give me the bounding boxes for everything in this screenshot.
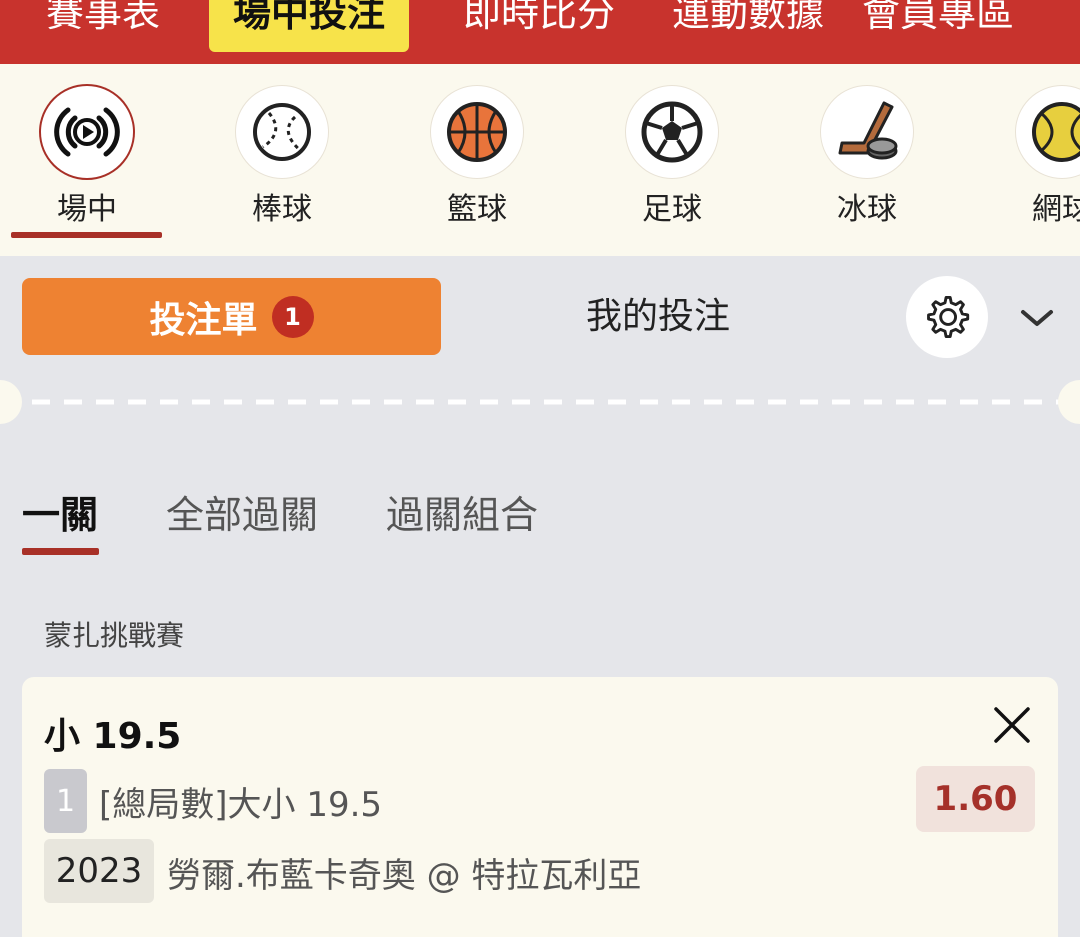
tab-single[interactable]: 一關 [22, 488, 98, 542]
market-name: [總局數]大小 19.5 [99, 785, 383, 825]
chevron-down-icon [1021, 310, 1053, 326]
tab-live-scores[interactable]: 即時比分 [463, 0, 615, 52]
sport-label: 冰球 [837, 192, 897, 227]
sport-label: 棒球 [252, 192, 312, 227]
my-bets-button[interactable]: 我的投注 [520, 278, 796, 355]
league-name: 蒙扎挑戰賽 [44, 619, 185, 652]
tab-sports-data[interactable]: 運動數據 [672, 0, 824, 52]
sport-label: 籃球 [447, 192, 507, 227]
divider-notch-right [1058, 380, 1080, 424]
tab-member-area[interactable]: 會員專區 [862, 0, 1014, 52]
soccer-ball-icon [626, 86, 718, 178]
collapse-button[interactable] [1014, 298, 1060, 338]
sport-item-soccer[interactable]: 足球 [602, 86, 742, 230]
active-subtab-indicator [22, 548, 99, 555]
tab-all-parlay[interactable]: 全部過關 [166, 488, 318, 542]
bet-panel: 投注單 1 我的投注 一關 全部過關 過關組合 蒙扎挑戰賽 小 19.5 1 [… [0, 256, 1080, 937]
gear-icon [927, 295, 970, 339]
betslip-label: 投注單 [149, 299, 258, 341]
sport-item-baseball[interactable]: 棒球 [212, 86, 352, 230]
tab-live-betting[interactable]: 場中投注 [209, 0, 410, 52]
sport-item-ice-hockey[interactable]: 冰球 [797, 86, 937, 230]
sport-item-live[interactable]: 場中 [17, 86, 157, 230]
ice-hockey-icon [821, 86, 913, 178]
baseball-icon [236, 86, 328, 178]
sport-item-tennis[interactable]: 網球 [992, 86, 1080, 230]
sport-label: 網球 [1032, 192, 1080, 227]
selection-title: 小 19.5 [44, 716, 182, 757]
top-nav: 賽事表 場中投注 即時比分 運動數據 會員專區 [0, 0, 1080, 64]
divider [0, 399, 1080, 405]
tab-parlay-combo[interactable]: 過關組合 [386, 488, 538, 542]
close-icon [994, 707, 1030, 743]
bet-card: 小 19.5 1 [總局數]大小 19.5 1.60 2023 勞爾.布藍卡奇奧… [22, 677, 1058, 937]
bet-type-tabs: 一關 全部過關 過關組合 [0, 488, 1080, 558]
active-sport-indicator [11, 232, 162, 238]
odds-value: 1.60 [916, 766, 1035, 832]
live-broadcast-icon [41, 86, 133, 178]
betslip-button[interactable]: 投注單 1 [22, 278, 441, 355]
betslip-count-badge: 1 [271, 295, 314, 338]
sport-item-basketball[interactable]: 籃球 [407, 86, 547, 230]
divider-notch-left [0, 380, 22, 424]
sport-label: 足球 [642, 192, 702, 227]
settings-button[interactable] [906, 276, 988, 358]
sports-bar: 場中 棒球 籃球 足球 冰球 網球 [0, 64, 1080, 256]
tab-schedule[interactable]: 賽事表 [46, 0, 160, 52]
event-name: 勞爾.布藍卡奇奧 @ 特拉瓦利亞 [167, 856, 642, 896]
remove-bet-button[interactable] [992, 705, 1032, 745]
selection-number-chip: 1 [44, 769, 87, 833]
year-chip: 2023 [44, 839, 154, 903]
tennis-ball-icon [1016, 86, 1080, 178]
sport-label: 場中 [57, 192, 117, 227]
basketball-icon [431, 86, 523, 178]
